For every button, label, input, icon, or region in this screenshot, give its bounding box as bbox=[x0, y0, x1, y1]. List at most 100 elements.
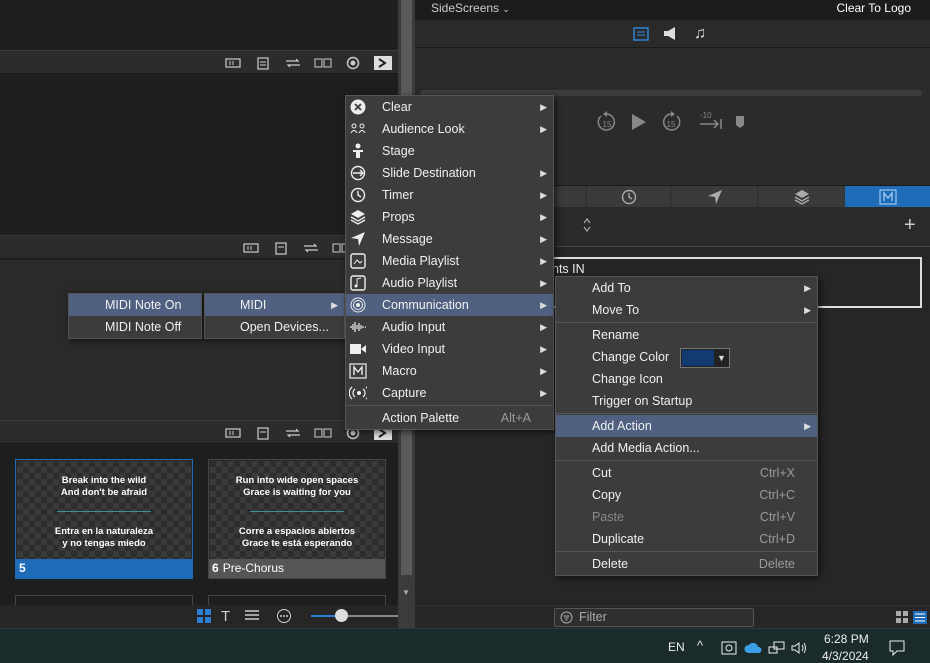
menu-item-open-devices[interactable]: Open Devices... bbox=[205, 316, 344, 338]
menu-item-timer[interactable]: Timer ▶ bbox=[346, 184, 553, 206]
menu-item-copy[interactable]: Copy Ctrl+C bbox=[556, 484, 817, 506]
grid-view-icon[interactable] bbox=[896, 611, 909, 624]
list-view-icon[interactable] bbox=[913, 611, 927, 624]
language-indicator[interactable]: EN bbox=[668, 640, 685, 654]
app-tray-icon[interactable] bbox=[721, 641, 737, 655]
tab-timer[interactable] bbox=[587, 186, 670, 208]
menu-item-midi-note-on[interactable]: MIDI Note On bbox=[69, 294, 201, 316]
menu-item-slide-destination[interactable]: Slide Destination ▶ bbox=[346, 162, 553, 184]
menu-item-media-playlist[interactable]: Media Playlist ▶ bbox=[346, 250, 553, 272]
menu-item-change-color[interactable]: Change Color ▼ bbox=[556, 346, 817, 368]
list-view-icon[interactable] bbox=[245, 609, 259, 623]
clear-to-logo-button[interactable]: Clear To Logo bbox=[837, 1, 912, 15]
music-tab-icon[interactable]: ♫ bbox=[694, 25, 706, 43]
skip-forward-icon[interactable]: 15 bbox=[659, 110, 683, 134]
menu-item-change-icon[interactable]: Change Icon bbox=[556, 368, 817, 390]
grid-view-icon[interactable] bbox=[197, 609, 211, 623]
go-icon[interactable] bbox=[374, 55, 392, 71]
layout-icon[interactable] bbox=[314, 425, 332, 441]
menu-item-add-to[interactable]: Add To ▶ bbox=[556, 277, 817, 299]
ratio-icon[interactable] bbox=[224, 55, 242, 71]
menu-item-clear[interactable]: Clear ▶ bbox=[346, 96, 553, 118]
menu-item-action-palette[interactable]: Action Palette Alt+A bbox=[346, 407, 553, 429]
bookmark-icon[interactable] bbox=[734, 115, 746, 129]
menu-item-label: Capture bbox=[382, 386, 427, 400]
volume-icon[interactable] bbox=[791, 641, 809, 655]
menu-item-communication[interactable]: Communication ▶ bbox=[346, 294, 553, 316]
notes-icon[interactable] bbox=[254, 55, 272, 71]
filter-input[interactable]: Filter bbox=[554, 608, 754, 627]
menu-item-capture[interactable]: Capture ▶ bbox=[346, 382, 553, 404]
menu-item-midi-note-off[interactable]: MIDI Note Off bbox=[69, 316, 201, 338]
scroll-down-icon[interactable]: ▼ bbox=[402, 588, 410, 597]
notification-icon[interactable] bbox=[889, 640, 905, 656]
clock-date[interactable]: 4/3/2024 bbox=[822, 649, 869, 663]
arrange-icon[interactable] bbox=[284, 425, 302, 441]
menu-item-audio-input[interactable]: Audio Input ▶ bbox=[346, 316, 553, 338]
more-options-icon[interactable] bbox=[276, 608, 292, 624]
menu-item-macro[interactable]: Macro ▶ bbox=[346, 360, 553, 382]
menu-item-add-action[interactable]: Add Action ▶ bbox=[556, 415, 817, 437]
arrange-icon[interactable] bbox=[302, 240, 320, 256]
slide-number: 6 bbox=[212, 561, 219, 575]
slide-thumbnail[interactable]: Run into wide open spaces Grace is waiti… bbox=[208, 459, 386, 579]
announcement-tab-icon[interactable] bbox=[662, 26, 680, 42]
ratio-icon[interactable] bbox=[242, 240, 260, 256]
midi-panel bbox=[0, 260, 398, 420]
submenu-arrow-icon: ▶ bbox=[540, 190, 547, 200]
play-icon[interactable] bbox=[630, 112, 648, 132]
menu-item-audience-look[interactable]: Audience Look ▶ bbox=[346, 118, 553, 140]
submenu-arrow-icon: ▶ bbox=[540, 388, 547, 398]
menu-item-midi[interactable]: MIDI ▶ bbox=[205, 294, 344, 316]
menu-item-message[interactable]: Message ▶ bbox=[346, 228, 553, 250]
menu-item-props[interactable]: Props ▶ bbox=[346, 206, 553, 228]
sort-updown-icon[interactable] bbox=[582, 217, 592, 233]
menu-item-cut[interactable]: Cut Ctrl+X bbox=[556, 462, 817, 484]
menu-item-add-media-action[interactable]: Add Media Action... bbox=[556, 437, 817, 459]
menu-item-move-to[interactable]: Move To ▶ bbox=[556, 299, 817, 321]
menu-item-label: Delete bbox=[592, 557, 629, 571]
add-icon[interactable]: + bbox=[904, 215, 916, 235]
menu-item-rename[interactable]: Rename bbox=[556, 324, 817, 346]
notes-icon[interactable] bbox=[254, 425, 272, 441]
record-icon[interactable] bbox=[344, 55, 362, 71]
clock-time[interactable]: 6:28 PM bbox=[824, 632, 869, 646]
menu-item-trigger-on-startup[interactable]: Trigger on Startup bbox=[556, 390, 817, 412]
layout-icon[interactable] bbox=[314, 55, 332, 71]
jump-back-10-icon[interactable]: -10 bbox=[698, 110, 724, 132]
arrange-icon[interactable] bbox=[284, 55, 302, 71]
menu-item-paste[interactable]: Paste Ctrl+V bbox=[556, 506, 817, 528]
audio-playlist-icon bbox=[349, 275, 367, 291]
tab-props[interactable] bbox=[759, 186, 844, 208]
menu-item-shortcut: Ctrl+V bbox=[759, 510, 795, 524]
filter-placeholder: Filter bbox=[579, 610, 607, 624]
menu-item-stage[interactable]: Stage bbox=[346, 140, 553, 162]
zoom-slider[interactable] bbox=[311, 609, 401, 622]
tab-macros[interactable] bbox=[845, 186, 930, 208]
chevron-up-icon[interactable]: ^ bbox=[697, 638, 703, 653]
onedrive-cloud-icon[interactable] bbox=[744, 642, 762, 654]
menu-item-audio-playlist[interactable]: Audio Playlist ▶ bbox=[346, 272, 553, 294]
tab-message[interactable] bbox=[672, 186, 757, 208]
menu-item-label: Change Color bbox=[592, 350, 670, 364]
notes-icon[interactable] bbox=[272, 240, 290, 256]
slide-thumbnail[interactable]: Break into the wild And don't be afraid … bbox=[15, 459, 193, 579]
skip-back-icon[interactable]: 15 bbox=[595, 110, 619, 134]
sidescreens-dropdown[interactable]: SideScreens ⌄ bbox=[431, 1, 510, 15]
slides-tab-icon[interactable] bbox=[633, 27, 649, 41]
menu-item-label: Action Palette bbox=[382, 411, 460, 425]
menu-item-label: Media Playlist bbox=[382, 254, 460, 268]
ratio-icon[interactable] bbox=[224, 425, 242, 441]
slide-line: Grace is waiting for you bbox=[243, 487, 351, 498]
menu-item-video-input[interactable]: Video Input ▶ bbox=[346, 338, 553, 360]
midi-menu: MIDI ▶ Open Devices... bbox=[204, 293, 345, 339]
color-picker-dropdown[interactable]: ▼ bbox=[680, 348, 730, 368]
submenu-arrow-icon: ▶ bbox=[540, 234, 547, 244]
filter-icon bbox=[560, 611, 573, 624]
text-view-icon[interactable]: T bbox=[221, 608, 230, 625]
menu-item-delete[interactable]: Delete Delete bbox=[556, 553, 817, 575]
menu-item-duplicate[interactable]: Duplicate Ctrl+D bbox=[556, 528, 817, 550]
zoom-slider-thumb[interactable] bbox=[335, 609, 348, 622]
menu-item-label: Copy bbox=[592, 488, 622, 502]
network-icon[interactable] bbox=[768, 641, 786, 655]
